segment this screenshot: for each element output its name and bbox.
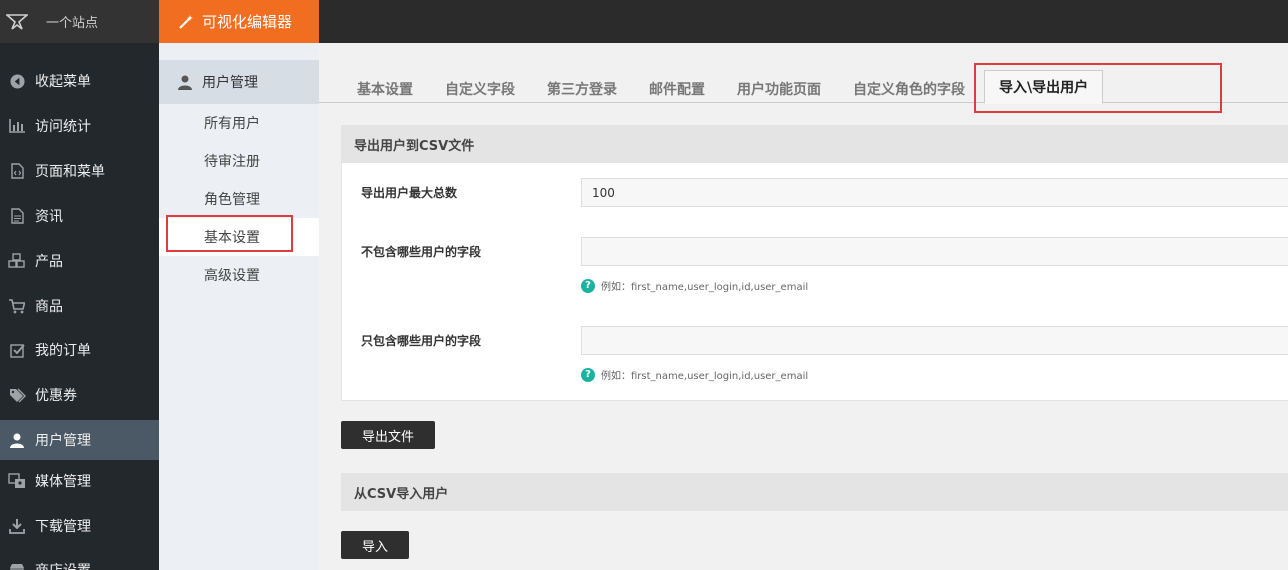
sidebar-item-label: 收起菜单 xyxy=(35,74,91,90)
exclude-fields-hint: ? 例如：first_name,user_login,id,user_email xyxy=(581,278,808,293)
subnav-item-advanced-settings[interactable]: 高级设置 xyxy=(159,256,319,294)
sidebar-item-pages[interactable]: 页面和菜单 xyxy=(0,151,159,191)
highlight-box xyxy=(974,63,1222,113)
tab-third-party-login[interactable]: 第三方登录 xyxy=(547,79,617,99)
sidebar-item-label: 媒体管理 xyxy=(35,474,91,490)
download-icon xyxy=(8,518,26,534)
media-icon xyxy=(8,473,26,489)
export-file-button[interactable]: 导出文件 xyxy=(341,421,435,449)
max-users-input[interactable]: 100 xyxy=(581,178,1288,207)
import-button[interactable]: 导入 xyxy=(341,531,409,559)
import-section-title: 从CSV导入用户 xyxy=(342,473,1288,511)
sidebar-item-label: 用户管理 xyxy=(35,433,91,449)
sidebar-item-label: 页面和菜单 xyxy=(35,164,105,180)
visual-editor-label: 可视化编辑器 xyxy=(202,13,293,31)
sidebar-item-media[interactable]: 媒体管理 xyxy=(0,461,159,501)
tab-basic-settings[interactable]: 基本设置 xyxy=(357,79,413,99)
sidebar-item-label: 优惠券 xyxy=(35,388,77,404)
exclude-fields-label: 不包含哪些用户的字段 xyxy=(361,245,482,259)
max-users-label: 导出用户最大总数 xyxy=(361,186,458,200)
tab-user-pages[interactable]: 用户功能页面 xyxy=(737,79,821,99)
include-fields-input[interactable] xyxy=(581,326,1288,355)
sidebar-item-label: 商品 xyxy=(35,299,63,315)
main-sidebar: 收起菜单 访问统计 页面和菜单 资讯 产品 商品 我的订单 优惠券 用户管理 媒… xyxy=(0,43,159,570)
sub-sidebar: 用户管理 所有用户 待审注册 角色管理 基本设置 高级设置 xyxy=(159,43,319,570)
main-content: 基本设置 自定义字段 第三方登录 邮件配置 用户功能页面 自定义角色的字段 导入… xyxy=(319,43,1288,570)
collapse-icon xyxy=(8,73,26,89)
subnav-item-roles[interactable]: 角色管理 xyxy=(159,180,319,218)
page-code-icon xyxy=(8,163,26,179)
sidebar-item-label: 下载管理 xyxy=(35,519,91,535)
magic-wand-icon xyxy=(178,14,194,30)
store-icon xyxy=(8,562,26,570)
visual-editor-button[interactable]: 可视化编辑器 xyxy=(159,0,319,43)
checkbox-icon xyxy=(8,342,26,358)
sidebar-item-label: 我的订单 xyxy=(35,343,91,359)
include-fields-hint: ? 例如：first_name,user_login,id,user_email xyxy=(581,367,808,382)
sidebar-item-stats[interactable]: 访问统计 xyxy=(0,106,159,146)
brand[interactable]: 一个站点 xyxy=(0,0,159,43)
sidebar-item-downloads[interactable]: 下载管理 xyxy=(0,506,159,546)
subnav-heading-label: 用户管理 xyxy=(202,75,258,91)
user-icon xyxy=(178,75,192,90)
include-fields-label: 只包含哪些用户的字段 xyxy=(361,334,482,348)
sidebar-item-label: 访问统计 xyxy=(35,119,91,135)
help-icon: ? xyxy=(581,278,595,293)
subnav-item-pending[interactable]: 待审注册 xyxy=(159,142,319,180)
sidebar-item-label: 商店设置 xyxy=(35,560,91,570)
cubes-icon xyxy=(8,253,26,269)
sidebar-item-label: 产品 xyxy=(35,254,63,270)
sidebar-item-goods[interactable]: 商品 xyxy=(0,286,159,326)
sidebar-item-label: 资讯 xyxy=(35,209,63,225)
help-icon: ? xyxy=(581,367,595,382)
document-icon xyxy=(8,208,26,224)
user-icon xyxy=(8,432,26,448)
sidebar-item-store-settings[interactable]: 商店设置 xyxy=(0,550,159,570)
include-fields-hint-text: 例如：first_name,user_login,id,user_email xyxy=(601,371,809,382)
sidebar-item-orders[interactable]: 我的订单 xyxy=(0,330,159,370)
bar-chart-icon xyxy=(8,118,26,134)
site-logo-icon xyxy=(6,13,28,31)
exclude-fields-hint-text: 例如：first_name,user_login,id,user_email xyxy=(601,282,809,293)
sidebar-item-news[interactable]: 资讯 xyxy=(0,196,159,236)
subnav-heading[interactable]: 用户管理 xyxy=(159,60,319,104)
tab-custom-fields[interactable]: 自定义字段 xyxy=(445,79,515,99)
import-panel: 从CSV导入用户 xyxy=(341,473,1288,511)
site-name: 一个站点 xyxy=(46,16,99,31)
tab-role-fields[interactable]: 自定义角色的字段 xyxy=(853,79,965,99)
tab-email-config[interactable]: 邮件配置 xyxy=(649,79,705,99)
cart-icon xyxy=(8,298,26,314)
sidebar-item-products[interactable]: 产品 xyxy=(0,241,159,281)
tags-icon xyxy=(8,387,26,403)
exclude-fields-input[interactable] xyxy=(581,237,1288,266)
sidebar-item-coupons[interactable]: 优惠券 xyxy=(0,375,159,415)
sidebar-item-users[interactable]: 用户管理 xyxy=(0,420,159,460)
subnav-item-all-users[interactable]: 所有用户 xyxy=(159,104,319,142)
top-bar: 一个站点 可视化编辑器 xyxy=(0,0,1288,43)
highlight-box xyxy=(166,215,293,252)
sidebar-item-collapse[interactable]: 收起菜单 xyxy=(0,61,159,101)
export-panel: 导出用户到CSV文件 导出用户最大总数 100 不包含哪些用户的字段 ? 例如：… xyxy=(341,125,1288,401)
export-section-title: 导出用户到CSV文件 xyxy=(342,125,1288,163)
